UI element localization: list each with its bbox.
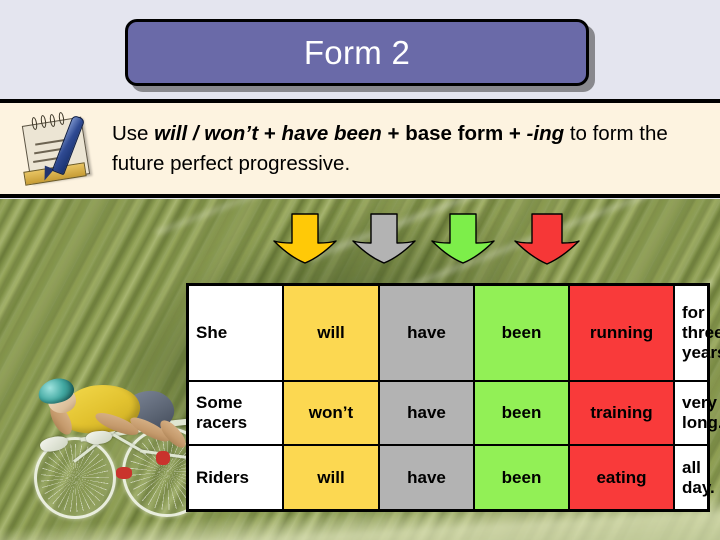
form-table-wrapper: She will have been running for three yea… [186, 283, 720, 512]
instruction-part-6: -ing [526, 121, 565, 145]
cell-rest: all day. [673, 444, 715, 512]
cell-have: have [378, 379, 475, 447]
bottle-rear [156, 451, 170, 465]
cell-have: have [378, 283, 475, 382]
slide: Form 2 Use will / won’t + have been + ba… [0, 0, 720, 540]
table-row: Some racers won’t have been training ver… [186, 379, 720, 447]
bottle-front [116, 467, 132, 479]
cell-verb: eating [568, 444, 675, 512]
instruction-part-5: base form + [405, 121, 527, 145]
cell-modal: won’t [282, 379, 380, 447]
cell-verb: training [568, 379, 675, 447]
instruction-part-2: + [258, 121, 282, 145]
instruction-text: Use will / won’t + have been + base form… [112, 119, 706, 179]
cell-have: have [378, 444, 475, 512]
cell-rest: for three years. [673, 283, 720, 382]
arrow-verb [514, 213, 580, 265]
arrow-been [430, 213, 496, 265]
cell-subject: Some racers [186, 379, 284, 447]
cell-been: been [473, 444, 570, 512]
table-row: Riders will have been eating all day. [186, 444, 715, 512]
page-title: Form 2 [303, 34, 411, 71]
cell-rest: very long. [673, 379, 720, 447]
slide-title-banner: Form 2 [125, 19, 589, 86]
instruction-part-4: + [381, 121, 406, 145]
arrow-have [351, 213, 417, 265]
cell-been: been [473, 379, 570, 447]
cell-subject: Riders [186, 444, 284, 512]
instruction-part-0: Use [112, 121, 155, 145]
cell-modal: will [282, 283, 380, 382]
cell-subject: She [186, 283, 284, 382]
form-table: She will have been running for three yea… [186, 283, 720, 512]
instruction-band: Use will / won’t + have been + base form… [0, 99, 720, 198]
table-row: She will have been running for three yea… [186, 283, 720, 382]
instruction-part-3: have been [281, 121, 382, 145]
cell-been: been [473, 283, 570, 382]
cell-verb: running [568, 283, 675, 382]
cell-modal: will [282, 444, 380, 512]
notepad-pen-icon [16, 109, 102, 189]
arrow-will [272, 213, 338, 265]
instruction-part-1: will / won’t [154, 121, 259, 145]
